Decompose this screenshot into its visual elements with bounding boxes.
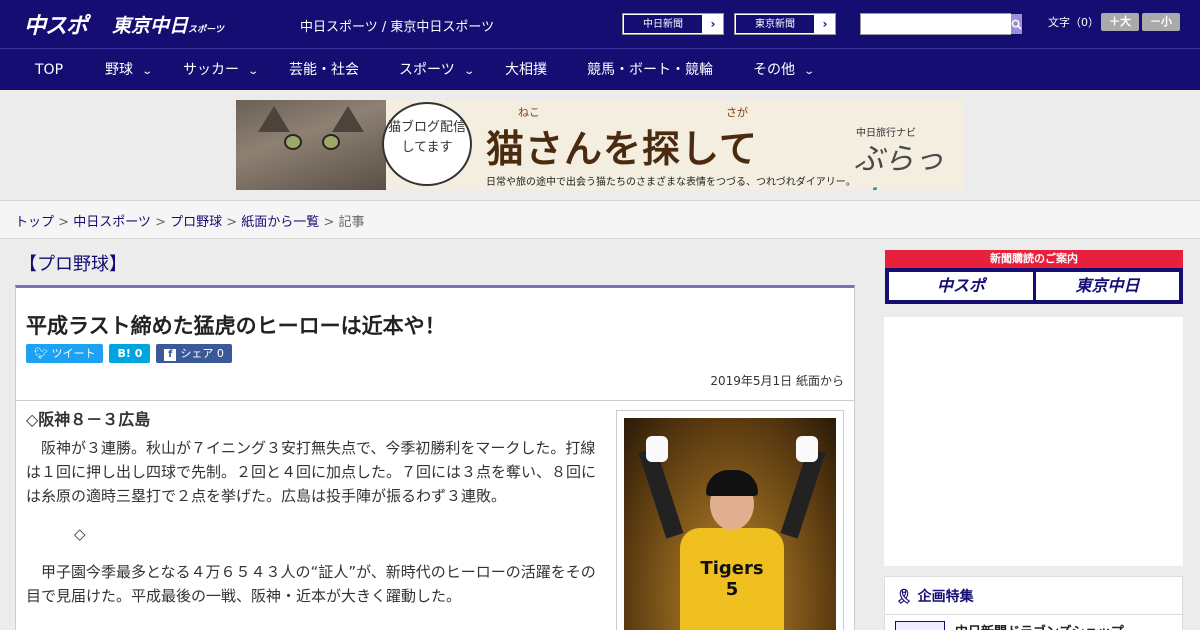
nav-item-other[interactable]: その他 ⌄	[753, 49, 816, 91]
chevron-down-icon: ⌄	[141, 66, 154, 77]
batting-helmet	[706, 470, 758, 496]
brand-b: 人	[854, 186, 884, 190]
batting-glove	[796, 436, 818, 462]
hatena-bookmark-button[interactable]: B! 0	[109, 344, 151, 363]
link-label: 東京新聞	[735, 14, 815, 34]
search-button[interactable]	[1011, 14, 1022, 34]
article-photo[interactable]: Tigers 5	[616, 410, 844, 630]
burattabi-logo: ぶらっ人	[854, 134, 964, 190]
tweet-label: ツイート	[51, 347, 96, 360]
article-body: ◇阪神８－３広島 阪神が３連勝。秋山が７イニング３安打無失点で、今季初勝利をマー…	[26, 408, 604, 622]
search-icon	[1011, 19, 1022, 30]
nav-label: 競馬・ボート・競輪	[587, 62, 713, 78]
nav-item-soccer[interactable]: サッカー ⌄	[183, 49, 260, 91]
item-thumbnail	[895, 621, 945, 630]
nav-item-baseball[interactable]: 野球 ⌄	[105, 49, 154, 91]
chuspo-logo[interactable]: 中スポ	[24, 8, 88, 40]
main-nav: TOP 野球 ⌄ サッカー ⌄ 芸能・社会 スポーツ ⌄ 大相撲 競馬・ボート・競輪 …	[0, 48, 1200, 90]
section-divider: ◇	[74, 525, 86, 543]
nav-label: その他	[753, 62, 795, 78]
special-header-label: 企画特集	[917, 589, 974, 605]
tokyo-chunichi-logo[interactable]: 東京中日スポーツ	[112, 11, 224, 38]
tokyo-shimbun-link[interactable]: 東京新聞 ›	[734, 13, 836, 35]
special-feature-item[interactable]: 中日新聞ドラゴンズショップ	[885, 615, 1182, 630]
cat-blog-banner[interactable]: 猫ブログ配信してます ねこ さが 猫さんを探して 中日旅行ナビ ぶらっ人 日常や…	[236, 100, 964, 190]
article-card: 平成ラスト締めた猛虎のヒーローは近本や！ 🐦︎ ツイート B! 0 f シェア 0…	[15, 285, 855, 630]
nav-label: 大相撲	[505, 62, 547, 78]
facebook-icon: f	[164, 349, 177, 361]
chevron-down-icon: ⌄	[803, 66, 816, 77]
chevron-right-icon: ›	[710, 17, 716, 31]
ribbon-icon: 🎗︎	[895, 589, 918, 605]
nav-label: 芸能・社会	[289, 62, 359, 78]
breadcrumb-chuspo[interactable]: 中日スポーツ	[73, 215, 151, 230]
tigers-jersey: Tigers 5	[680, 528, 784, 630]
facebook-label: シェア 0	[180, 347, 224, 360]
share-buttons: 🐦︎ ツイート B! 0 f シェア 0	[26, 344, 232, 363]
font-size-label: 文字（0）	[1048, 16, 1099, 29]
nav-item-sports[interactable]: スポーツ ⌄	[399, 49, 475, 91]
breadcrumb-current: 記事	[338, 215, 365, 230]
nav-label: スポーツ	[399, 62, 455, 78]
twitter-icon: 🐦︎	[34, 347, 52, 360]
sidebar-ad-slot	[884, 317, 1183, 566]
article-paragraph: 阪神が３連勝。秋山が７イニング３安打無失点で、今季初勝利をマークした。打線は１回…	[26, 439, 597, 505]
site-title: 中日スポーツ / 東京中日スポーツ	[300, 20, 495, 35]
jersey-number: 5	[725, 579, 739, 600]
top-header: 中スポ 東京中日スポーツ 中日スポーツ / 東京中日スポーツ 中日新聞 › 東京…	[0, 0, 1200, 48]
batting-glove	[646, 436, 668, 462]
chevron-right-icon: ›	[822, 17, 828, 31]
link-label: 中日新聞	[623, 14, 703, 34]
cat-eye	[322, 134, 340, 150]
chunichi-shimbun-link[interactable]: 中日新聞 ›	[622, 13, 724, 35]
player-photo: Tigers 5	[624, 418, 836, 630]
special-features: 🎗︎ 企画特集 中日新聞ドラゴンズショップ	[884, 576, 1183, 630]
nav-label: 野球	[105, 62, 133, 78]
cat-eye	[284, 134, 302, 150]
banner-title: 猫さんを探して	[486, 127, 758, 171]
breadcrumb-paper-list[interactable]: 紙面から一覧	[241, 215, 319, 230]
subscription-promo[interactable]: 新聞購読のご案内 中スポ 東京中日	[885, 250, 1183, 304]
brand-a: ぶらっ	[854, 142, 944, 177]
logo2-small: スポーツ	[188, 25, 224, 35]
category-label: 【プロ野球】	[19, 254, 127, 275]
search-box	[860, 13, 1022, 35]
article-date: 2019年5月1日 紙面から	[710, 374, 844, 388]
nav-item-entertainment[interactable]: 芸能・社会	[289, 49, 359, 91]
cat-ear	[258, 106, 290, 132]
font-smaller-button[interactable]: －小	[1142, 13, 1180, 31]
search-input[interactable]	[861, 14, 1011, 34]
promo-header: 新聞購読のご案内	[885, 250, 1183, 268]
facebook-share-button[interactable]: f シェア 0	[156, 344, 232, 363]
logo2-text: 東京中日	[112, 15, 189, 37]
nav-item-racing[interactable]: 競馬・ボート・競輪	[587, 49, 713, 91]
breadcrumb-pro-baseball[interactable]: プロ野球	[170, 215, 222, 230]
font-bigger-button[interactable]: ＋大	[1101, 13, 1139, 31]
breadcrumb-top[interactable]: トップ	[15, 215, 54, 230]
article-headline: 平成ラスト締めた猛虎のヒーローは近本や！	[26, 314, 446, 338]
divider	[16, 400, 854, 401]
chevron-down-icon: ⌄	[463, 66, 475, 77]
breadcrumb: トップ > 中日スポーツ > プロ野球 > 紙面から一覧 > 記事	[15, 215, 365, 230]
special-features-header: 🎗︎ 企画特集	[885, 577, 1182, 615]
chuspo-promo-logo[interactable]: 中スポ	[889, 272, 1033, 300]
article-paragraph: 甲子園今季最多となる４万６５４３人の“証人”が、新時代のヒーローの活躍をその目で…	[26, 563, 596, 605]
game-score-subhead: ◇阪神８－３広島	[26, 410, 151, 429]
nav-label: サッカー	[183, 62, 239, 78]
nav-item-top[interactable]: TOP	[35, 49, 63, 91]
nav-label: TOP	[35, 62, 64, 78]
tweet-button[interactable]: 🐦︎ ツイート	[26, 344, 104, 363]
jersey-text: Tigers	[700, 558, 764, 579]
tokyo-chunichi-promo-logo[interactable]: 東京中日	[1036, 272, 1179, 300]
breadcrumb-bar: トップ > 中日スポーツ > プロ野球 > 紙面から一覧 > 記事	[0, 200, 1200, 239]
cat-photo	[236, 100, 386, 190]
banner-subtitle: 日常や旅の途中で出会う猫たちのさまざまな表情をつづる、つれづれダイアリー。	[486, 177, 856, 188]
speech-bubble: 猫ブログ配信してます	[382, 102, 472, 186]
chevron-down-icon: ⌄	[247, 66, 260, 77]
nav-item-sumo[interactable]: 大相撲	[505, 49, 547, 91]
special-feature-label: 中日新聞ドラゴンズショップ	[955, 621, 1124, 630]
cat-ear	[332, 106, 364, 132]
